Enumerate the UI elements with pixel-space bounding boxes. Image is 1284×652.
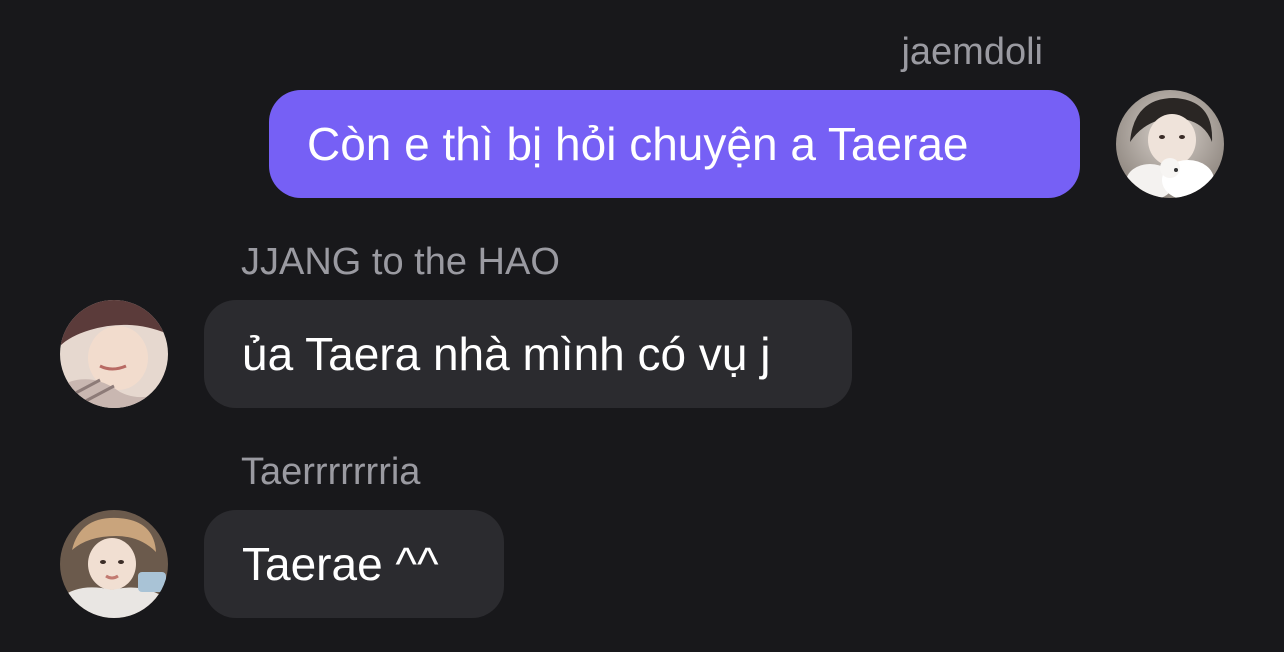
avatar-jaemdoli[interactable] [1116, 90, 1224, 198]
chat-thread: jaemdoli Còn e thì bị hỏi chuyện a Taera… [0, 0, 1284, 652]
message-bubble-incoming[interactable]: Taerae ^^ [204, 510, 504, 618]
sender-name-jjang-to-the-hao: JJANG to the HAO [241, 241, 560, 283]
sender-name-jaemdoli: jaemdoli [901, 31, 1043, 73]
message-bubble-outgoing[interactable]: Còn e thì bị hỏi chuyện a Taerae [269, 90, 1080, 198]
message-text: Còn e thì bị hỏi chuyện a Taerae [307, 118, 969, 170]
sender-name-taerrrrrrria: Taerrrrrrria [241, 451, 421, 493]
message-text: ủa Taera nhà mình có vụ j [242, 328, 771, 380]
message-bubble-incoming[interactable]: ủa Taera nhà mình có vụ j [204, 300, 852, 408]
avatar-jjang-to-the-hao[interactable] [60, 300, 168, 408]
avatar-taerrrrrrria[interactable] [60, 510, 168, 618]
message-text: Taerae ^^ [242, 538, 439, 590]
